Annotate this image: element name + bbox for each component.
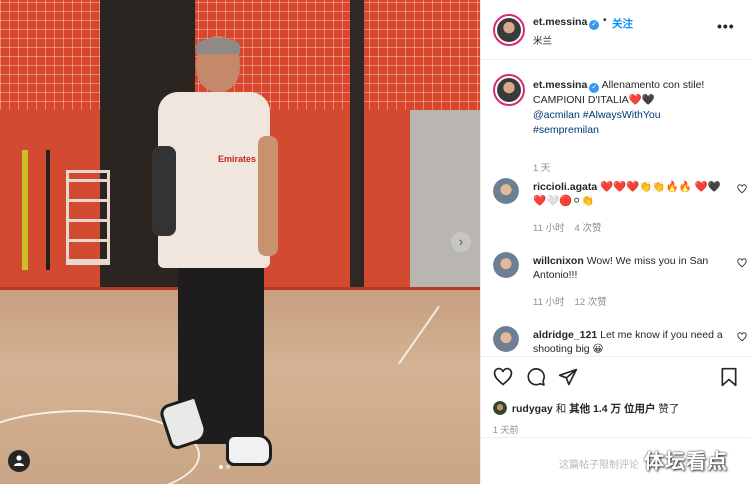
heart-icon[interactable] — [493, 367, 513, 387]
verified-badge-icon: ✓ — [589, 20, 600, 30]
comment-meta: 11 小时 12 次赞 — [533, 294, 607, 308]
exercise-bike — [22, 150, 50, 270]
post-photo[interactable]: Emirates › — [0, 0, 480, 484]
carousel-indicator — [219, 465, 230, 469]
commenter-avatar[interactable] — [493, 326, 519, 352]
comment-likes[interactable]: 4 次赞 — [575, 223, 602, 234]
watermark: 体坛看点 — [644, 451, 728, 473]
coach-arm — [152, 146, 176, 236]
coach-shoe — [226, 434, 272, 466]
coach-hair — [196, 38, 240, 54]
author-avatar[interactable] — [493, 14, 525, 46]
heart-icon[interactable] — [737, 184, 747, 194]
comment-time: 11 小时 — [533, 223, 565, 234]
comments-area[interactable]: et.messina ✓ Allenamento con stile! CAMPI… — [481, 60, 750, 356]
post-location[interactable]: 米兰 — [533, 33, 552, 47]
liker-avatar[interactable] — [493, 401, 507, 415]
user-tag-button[interactable] — [8, 450, 30, 472]
follow-button[interactable]: 关注 — [612, 16, 633, 31]
commenter-avatar[interactable] — [493, 178, 519, 204]
author-name[interactable]: et.messina ✓ — [533, 16, 600, 30]
background-panel — [410, 110, 480, 290]
post-age: 1 天前 — [493, 425, 519, 435]
bookmark-icon[interactable] — [719, 367, 739, 387]
separator-dot: • — [603, 15, 607, 26]
next-photo-button[interactable]: › — [451, 232, 471, 252]
caption-text: et.messina ✓ Allenamento con stile! CAMPI… — [533, 78, 738, 138]
share-icon[interactable] — [558, 367, 578, 387]
likes-summary: rudygay 和 其他 1.4 万 位用户 赞了 — [493, 401, 679, 416]
heart-icon[interactable] — [737, 332, 747, 342]
caption-author[interactable]: et.messina — [533, 79, 587, 91]
liker-name[interactable]: rudygay — [512, 403, 553, 415]
commenter-avatar[interactable] — [493, 252, 519, 278]
commenter-name[interactable]: aldridge_121 — [533, 329, 597, 341]
verified-badge-icon: ✓ — [589, 83, 600, 93]
carousel-dot — [219, 465, 223, 469]
shirt-sponsor: Emirates — [218, 154, 257, 164]
likes-connector: 和 — [555, 403, 567, 415]
comment-text: willcnixon Wow! We miss you in San Anton… — [533, 254, 723, 282]
caption-line1: Allenamento con stile! — [601, 79, 705, 91]
comment-text: riccioli.agata ❤️❤️❤️👏👏🔥🔥 ❤️🖤❤️🤍🔴⚪👏 — [533, 180, 723, 208]
commenter-name[interactable]: willcnixon — [533, 255, 584, 267]
more-options-button[interactable]: ••• — [717, 18, 735, 34]
comment-likes[interactable]: 12 次赞 — [575, 297, 607, 308]
post-header: et.messina ✓ • 关注 米兰 ••• — [481, 0, 750, 60]
comment-icon[interactable] — [526, 367, 546, 387]
likes-others[interactable]: 其他 1.4 万 位用户 — [569, 403, 655, 415]
post-sidebar: et.messina ✓ • 关注 米兰 ••• et.messina ✓ Alle… — [480, 0, 750, 484]
caption-line2: CAMPIONI D'ITALIA❤️🖤 — [533, 94, 655, 106]
caption-timestamp: 1 天 — [533, 163, 551, 174]
likes-suffix: 赞了 — [658, 403, 680, 415]
coach-figure: Emirates — [150, 36, 290, 476]
background-ladder — [66, 170, 110, 265]
caption-mention[interactable]: @acmilan — [533, 109, 580, 121]
carousel-dot — [226, 465, 230, 469]
caption-hashtag[interactable]: #AlwaysWithYou — [583, 109, 661, 121]
comment-time: 11 小时 — [533, 297, 565, 308]
comment-limit-text: 这篇帖子限制评论 — [559, 460, 639, 471]
comment-text: aldridge_121 Let me know if you need a s… — [533, 328, 723, 356]
background-post — [350, 0, 364, 290]
user-tag-icon — [14, 455, 24, 466]
chevron-right-icon: › — [458, 234, 464, 249]
caption-avatar[interactable] — [493, 74, 525, 106]
commenter-name[interactable]: riccioli.agata — [533, 181, 597, 193]
heart-icon[interactable] — [737, 258, 747, 268]
comment-meta: 11 小时 4 次赞 — [533, 220, 601, 234]
caption-hashtag[interactable]: #sempremilan — [533, 124, 599, 136]
